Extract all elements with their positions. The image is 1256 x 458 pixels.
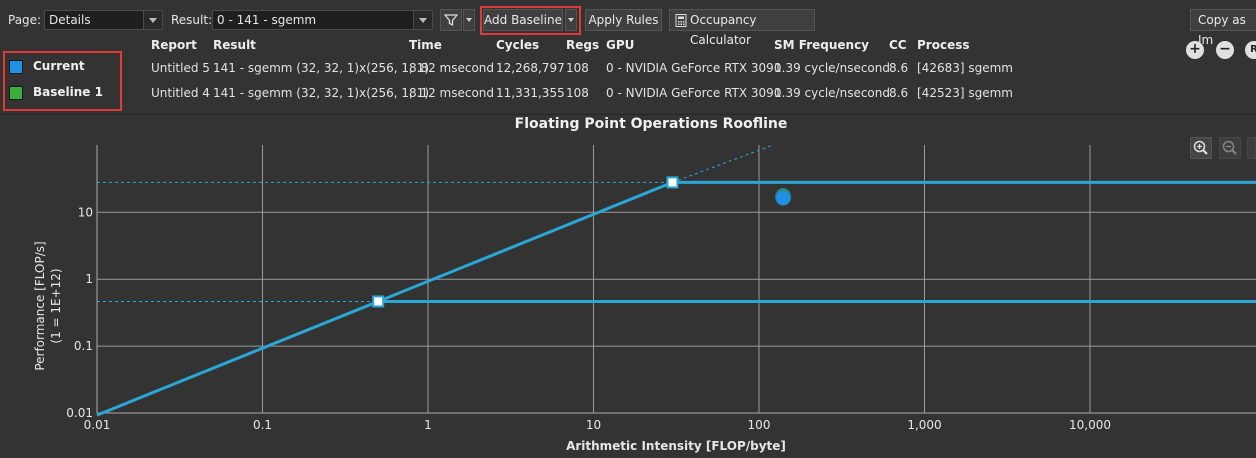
x-tick-label: 0.01 bbox=[84, 418, 111, 432]
chart-title: Floating Point Operations Roofline bbox=[515, 116, 788, 132]
filter-icon bbox=[443, 14, 459, 27]
y-tick-label: 0.1 bbox=[74, 339, 93, 353]
plus-circle-icon: + bbox=[1189, 41, 1201, 57]
ridge-point-marker bbox=[666, 176, 679, 189]
header-gpu: GPU bbox=[606, 38, 635, 52]
cell-regs: 108 bbox=[566, 61, 589, 75]
cell-cycles: 11,331,355 bbox=[496, 86, 565, 100]
magnifier-plus-icon bbox=[1193, 140, 1208, 155]
cell-report: Untitled 4 bbox=[151, 86, 210, 100]
minus-circle-icon: − bbox=[1219, 41, 1231, 57]
toolbar: Page: Details Result: 0 - 141 - sgemm Ad… bbox=[0, 0, 1256, 47]
y-axis-label: Performance [FLOP/s] bbox=[33, 241, 47, 370]
chevron-down-icon bbox=[143, 11, 162, 29]
cell-process: [42683] sgemm bbox=[917, 61, 1013, 75]
magnifier-minus-icon bbox=[1222, 140, 1237, 155]
cell-sm-frequency: 1.39 cycle/nsecond bbox=[774, 61, 890, 75]
ridge-point-marker bbox=[372, 295, 385, 308]
apply-rules-button[interactable]: Apply Rules bbox=[585, 9, 662, 31]
cell-regs: 108 bbox=[566, 86, 589, 100]
calculator-icon bbox=[675, 14, 687, 27]
header-regs: Regs bbox=[566, 38, 600, 52]
chart-reset-zoom-button[interactable] bbox=[1247, 137, 1256, 159]
y-tick-label: 10 bbox=[78, 205, 93, 219]
header-time: Time bbox=[409, 38, 442, 52]
cell-gpu: 0 - NVIDIA GeForce RTX 3090 bbox=[606, 86, 782, 100]
highlight-add-baseline bbox=[480, 6, 581, 35]
cell-time: 8.82 msecond bbox=[409, 61, 495, 75]
header-cc: CC bbox=[889, 38, 907, 52]
x-tick-label: 1 bbox=[424, 418, 432, 432]
highlight-series-list bbox=[3, 51, 122, 111]
copy-as-image-button[interactable]: Copy as Im bbox=[1190, 9, 1256, 47]
page-label: Page: bbox=[8, 13, 42, 27]
remove-row-button[interactable]: − bbox=[1216, 41, 1234, 59]
cell-sm-frequency: 1.39 cycle/nsecond bbox=[774, 86, 890, 100]
chart-zoom-out-button[interactable] bbox=[1219, 137, 1241, 159]
y-axis-unit-label: (1 = 1E+12) bbox=[49, 268, 63, 343]
occupancy-calculator-label: Occupancy Calculator bbox=[690, 13, 757, 47]
page-select[interactable]: Details bbox=[44, 10, 163, 30]
achieved-point-current bbox=[775, 189, 792, 206]
header-report: Report bbox=[151, 38, 197, 52]
header-process: Process bbox=[917, 38, 970, 52]
chevron-down-icon bbox=[413, 11, 432, 29]
page-select-value: Details bbox=[49, 13, 91, 27]
cell-report: Untitled 5 bbox=[151, 61, 210, 75]
cell-cycles: 12,268,797 bbox=[496, 61, 565, 75]
result-select[interactable]: 0 - 141 - sgemm bbox=[212, 10, 433, 30]
cell-cc: 8.6 bbox=[889, 86, 909, 100]
x-tick-label: 10,000 bbox=[1069, 418, 1111, 432]
x-tick-label: 0.1 bbox=[253, 418, 272, 432]
cell-gpu: 0 - NVIDIA GeForce RTX 3090 bbox=[606, 61, 782, 75]
header-cycles: Cycles bbox=[496, 38, 540, 52]
x-tick-label: 10 bbox=[586, 418, 601, 432]
header-sm-frequency: SM Frequency bbox=[774, 38, 869, 52]
cell-result: 141 - sgemm (32, 32, 1)x(256, 1, 1) bbox=[213, 86, 429, 100]
reset-icon: R bbox=[1250, 44, 1256, 55]
y-tick-label: 0.01 bbox=[66, 406, 93, 420]
header-result: Result bbox=[213, 38, 256, 52]
reset-button[interactable]: R bbox=[1245, 41, 1256, 59]
x-tick-label: 1,000 bbox=[907, 418, 941, 432]
cell-cc: 8.6 bbox=[889, 61, 909, 75]
x-axis-label: Arithmetic Intensity [FLOP/byte] bbox=[566, 439, 786, 453]
result-select-value: 0 - 141 - sgemm bbox=[217, 13, 317, 27]
chart-zoom-in-button[interactable] bbox=[1190, 137, 1212, 159]
x-tick-label: 100 bbox=[748, 418, 771, 432]
filter-dropdown-button[interactable] bbox=[463, 9, 475, 31]
cell-result: 141 - sgemm (32, 32, 1)x(256, 1, 1) bbox=[213, 61, 429, 75]
cell-process: [42523] sgemm bbox=[917, 86, 1013, 100]
roofline-chart: 0.01 0.1 1 10 100 1,000 10,000 0.01 0.1 1 10 Float… bbox=[0, 115, 1256, 458]
cell-time: 8.12 msecond bbox=[409, 86, 495, 100]
add-row-button[interactable]: + bbox=[1186, 41, 1204, 59]
filter-button[interactable] bbox=[440, 9, 462, 31]
y-tick-label: 1 bbox=[85, 272, 93, 286]
result-label: Result: bbox=[171, 13, 213, 27]
occupancy-calculator-button[interactable]: Occupancy Calculator bbox=[669, 9, 815, 47]
chart-background bbox=[0, 115, 1256, 458]
